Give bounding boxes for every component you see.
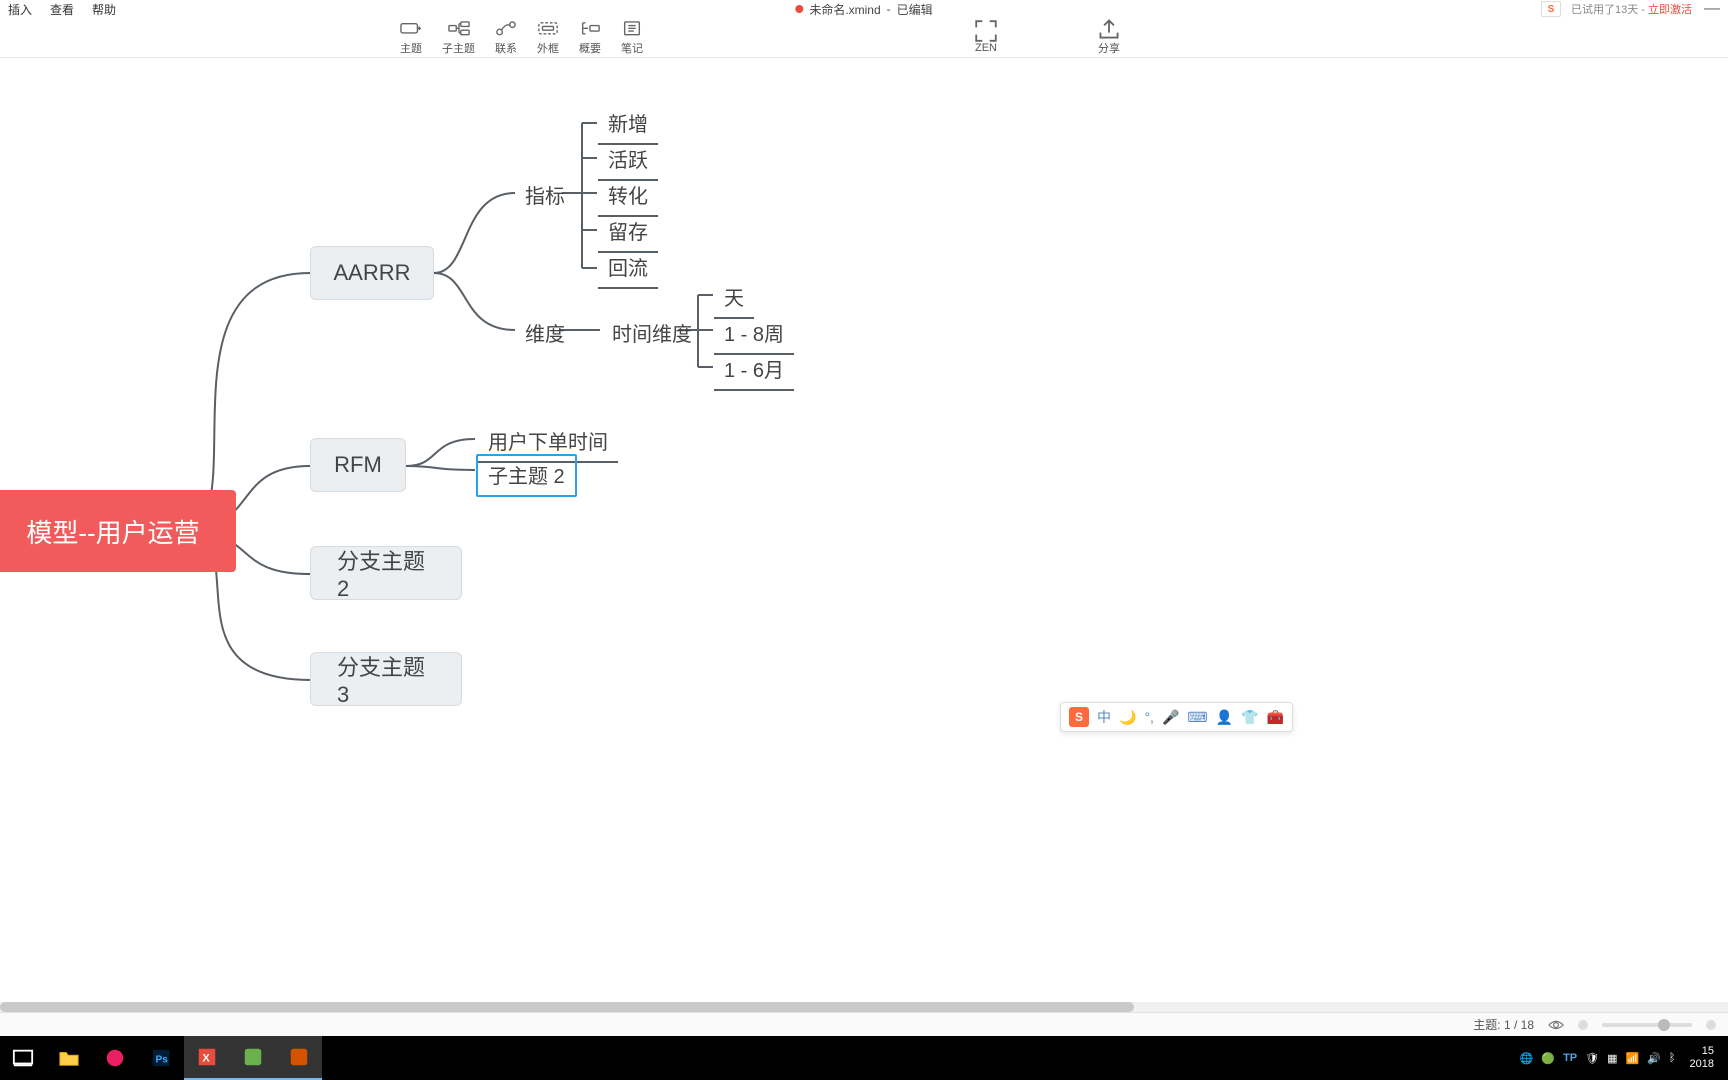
tray-bluetooth-icon[interactable]: ᛒ [1669, 1052, 1676, 1064]
node-shijianweidu[interactable]: 时间维度 [602, 314, 702, 353]
mindmap-canvas[interactable]: 模型--用户运营 AARRR RFM 分支主题 2 分支主题 3 指标 维度 新… [0, 58, 1728, 1002]
zoom-out-icon[interactable] [1578, 1020, 1588, 1030]
taskbar-clock[interactable]: 15 2018 [1684, 1045, 1720, 1071]
topic-count: 主题: 1 / 18 [1473, 1016, 1534, 1033]
relation-button[interactable]: 联系 [495, 20, 517, 56]
zen-button[interactable]: ZEN [975, 22, 997, 54]
sogou-ime-icon[interactable]: S [1541, 1, 1561, 17]
ime-mic-icon[interactable]: 🎤 [1162, 709, 1179, 726]
svg-text:X: X [202, 1053, 210, 1065]
window-title: 未命名.xmind - 已编辑 [795, 1, 932, 18]
file-name: 未命名.xmind [809, 1, 880, 18]
tray-shield-icon[interactable]: 🛡 [1585, 1052, 1599, 1065]
svg-text:Ps: Ps [156, 1055, 169, 1066]
share-button[interactable]: 分享 [1098, 20, 1120, 56]
tray-globe-icon[interactable]: 🌐 [1520, 1052, 1534, 1065]
boundary-icon [537, 20, 559, 38]
ime-lang[interactable]: 中 [1097, 707, 1111, 727]
leaf-editing-subtopic2[interactable]: 子主题 2 [476, 454, 577, 497]
connector-lines [0, 58, 1728, 1002]
task-view-icon[interactable] [0, 1036, 46, 1080]
zoom-in-icon[interactable] [1706, 1020, 1716, 1030]
node-zhibiao[interactable]: 指标 [515, 176, 575, 215]
menu-help[interactable]: 帮助 [92, 1, 116, 18]
menu-bar: 插入 查看 帮助 未命名.xmind - 已编辑 S 已试用了13天 - 立即激… [0, 0, 1728, 18]
share-icon [1098, 20, 1120, 38]
leaf-zhuanhua[interactable]: 转化 [598, 176, 658, 217]
zoom-slider[interactable] [1602, 1023, 1692, 1027]
leaf-tian[interactable]: 天 [714, 278, 754, 319]
branch-4[interactable]: 分支主题 3 [310, 652, 462, 706]
horizontal-scrollbar[interactable] [0, 1002, 1728, 1012]
ime-person-icon[interactable]: 👤 [1216, 709, 1233, 726]
ime-toolbar[interactable]: S 中 🌙 °, 🎤 ⌨ 👤 👕 🧰 [1060, 702, 1293, 732]
leaf-huoyue[interactable]: 活跃 [598, 140, 658, 181]
fullscreen-icon [975, 22, 997, 40]
scrollbar-thumb[interactable] [0, 1002, 1134, 1012]
topic-button[interactable]: 主题 [400, 20, 422, 56]
file-explorer-icon[interactable] [46, 1036, 92, 1080]
leaf-liucun[interactable]: 留存 [598, 212, 658, 253]
ime-keyboard-icon[interactable]: ⌨ [1187, 709, 1207, 726]
zoom-knob[interactable] [1658, 1019, 1670, 1031]
system-tray[interactable]: 🌐 🟢 TP 🛡 ▦ 📶 🔊 ᛒ 15 2018 [1512, 1045, 1728, 1071]
menu-view[interactable]: 查看 [50, 1, 74, 18]
subtopic-icon [448, 20, 470, 38]
summary-icon [579, 20, 601, 38]
leaf-xinzeng[interactable]: 新增 [598, 104, 658, 145]
branch-rfm[interactable]: RFM [310, 438, 406, 492]
menu-insert[interactable]: 插入 [8, 1, 32, 18]
branch-3[interactable]: 分支主题 2 [310, 546, 462, 600]
status-bar: 主题: 1 / 18 [0, 1012, 1728, 1036]
leaf-huiliu[interactable]: 回流 [598, 248, 658, 289]
windows-taskbar: Ps X 🌐 🟢 TP 🛡 ▦ 📶 🔊 ᛒ 15 2018 [0, 1036, 1728, 1080]
tray-wifi-icon[interactable]: 📶 [1626, 1052, 1640, 1065]
ime-moon-icon[interactable]: 🌙 [1119, 709, 1136, 726]
notes-button[interactable]: 笔记 [621, 20, 643, 56]
boundary-button[interactable]: 外框 [537, 20, 559, 56]
toolbar: 主题 子主题 联系 外框 概要 笔记 ZEN 分享 [0, 18, 1728, 58]
ime-toolbox-icon[interactable]: 🧰 [1266, 709, 1283, 726]
sogou-logo-icon: S [1069, 707, 1089, 727]
root-node[interactable]: 模型--用户运营 [0, 490, 236, 572]
ime-skin-icon[interactable]: 👕 [1241, 709, 1258, 726]
branch-aarrr[interactable]: AARRR [310, 246, 434, 300]
notes-icon [621, 20, 643, 38]
app-green1-icon[interactable] [230, 1036, 276, 1080]
ime-punct-icon[interactable]: °, [1144, 709, 1154, 725]
tray-app-icon[interactable]: ▦ [1607, 1052, 1617, 1065]
summary-button[interactable]: 概要 [579, 20, 601, 56]
topic-icon [400, 20, 422, 38]
tray-tp-icon[interactable]: TP [1563, 1052, 1577, 1064]
node-weidu[interactable]: 维度 [515, 314, 575, 353]
minimize-button[interactable]: — [1702, 0, 1722, 18]
leaf-1-8zhou[interactable]: 1 - 8周 [714, 314, 794, 355]
app-pink-icon[interactable] [92, 1036, 138, 1080]
app-green2-icon[interactable] [276, 1036, 322, 1080]
tray-volume-icon[interactable]: 🔊 [1647, 1052, 1661, 1065]
leaf-1-6yue[interactable]: 1 - 6月 [714, 350, 794, 391]
relation-icon [495, 20, 517, 38]
subtopic-button[interactable]: 子主题 [442, 20, 475, 56]
tray-chrome-icon[interactable]: 🟢 [1541, 1052, 1555, 1065]
unsaved-indicator-icon [795, 5, 803, 13]
preview-icon[interactable] [1548, 1017, 1564, 1033]
trial-banner[interactable]: 已试用了13天 - 立即激活 [1571, 1, 1692, 17]
photoshop-icon[interactable]: Ps [138, 1036, 184, 1080]
xmind-icon[interactable]: X [184, 1036, 230, 1080]
file-status: 已编辑 [897, 1, 933, 18]
